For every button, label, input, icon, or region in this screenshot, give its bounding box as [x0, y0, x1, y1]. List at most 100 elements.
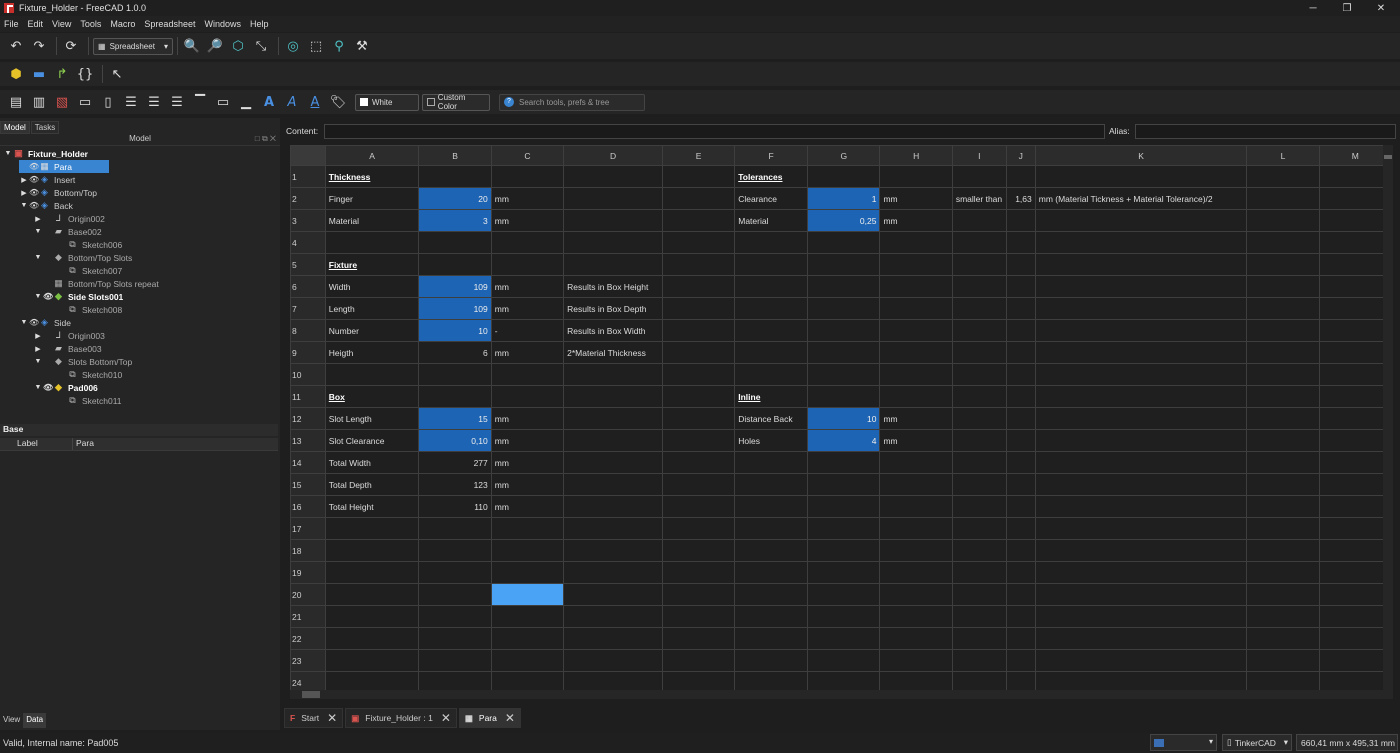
cell-m12[interactable] — [1318, 407, 1392, 430]
cell-b2[interactable]: 20 — [418, 187, 492, 210]
menu-file[interactable]: File — [4, 19, 19, 29]
cell-h20[interactable] — [879, 583, 953, 606]
close-icon[interactable]: ✕ — [441, 711, 451, 725]
cell-d11[interactable] — [563, 385, 663, 408]
view-color-selector[interactable]: ▾ — [1150, 734, 1217, 751]
cell-i12[interactable] — [951, 407, 1007, 430]
cell-d6[interactable]: Results in Box Height — [563, 275, 663, 298]
row-header[interactable]: 14 — [290, 451, 326, 474]
cell-d22[interactable] — [563, 627, 663, 650]
tree-item[interactable]: ▼ ▰ Base002 — [33, 225, 102, 238]
cell-b17[interactable] — [418, 517, 492, 540]
cell-f17[interactable] — [734, 517, 809, 540]
cell-i5[interactable] — [951, 253, 1007, 276]
draw-style-icon[interactable]: ◎ — [283, 36, 303, 56]
cell-g14[interactable] — [807, 451, 881, 474]
cell-d12[interactable] — [563, 407, 663, 430]
create-spreadsheet-icon[interactable]: ▤ — [6, 92, 26, 112]
cell-j19[interactable] — [1005, 561, 1036, 584]
cell-c20[interactable] — [490, 583, 565, 606]
cell-c7[interactable]: mm — [490, 297, 565, 320]
cell-j9[interactable] — [1005, 341, 1036, 364]
cell-a11[interactable]: Box — [324, 385, 420, 408]
cell-h3[interactable]: mm — [879, 209, 953, 232]
cell-h13[interactable]: mm — [879, 429, 953, 452]
tree-item[interactable]: ⧉ Sketch008 — [47, 303, 122, 316]
cell-f19[interactable] — [734, 561, 809, 584]
panel-controls-icon[interactable]: □ ⧉ ✕ — [255, 134, 276, 144]
cell-m21[interactable] — [1318, 605, 1392, 628]
cell-a23[interactable] — [324, 649, 420, 672]
spreadsheet-grid[interactable]: A B C D E F G H I J K L M 1 Thickness Tolerances 2 Finger… — [290, 145, 1392, 690]
cell-k19[interactable] — [1034, 561, 1248, 584]
cell-j16[interactable] — [1005, 495, 1036, 518]
cell-e22[interactable] — [661, 627, 736, 650]
cell-b14[interactable]: 277 — [418, 451, 492, 474]
cell-f10[interactable] — [734, 363, 809, 386]
menu-macro[interactable]: Macro — [110, 19, 135, 29]
close-icon[interactable]: ✕ — [505, 711, 515, 725]
expand-right-icon[interactable]: ▶ — [33, 215, 43, 223]
align-center-icon[interactable]: ☰ — [144, 92, 164, 112]
cell-i4[interactable] — [951, 231, 1007, 254]
cell-l17[interactable] — [1246, 517, 1320, 540]
cell-b13[interactable]: 0,10 — [418, 429, 492, 452]
visibility-icon[interactable]: 👁 — [29, 188, 39, 197]
cell-d14[interactable] — [563, 451, 663, 474]
row-header[interactable]: 23 — [290, 649, 326, 672]
row-header[interactable]: 19 — [290, 561, 326, 584]
cell-a15[interactable]: Total Depth — [324, 473, 420, 496]
column-header[interactable]: C — [490, 145, 565, 166]
cell-m19[interactable] — [1318, 561, 1392, 584]
cell-a14[interactable]: Total Width — [324, 451, 420, 474]
cell-m3[interactable] — [1318, 209, 1392, 232]
cell-j8[interactable] — [1005, 319, 1036, 342]
cell-b22[interactable] — [418, 627, 492, 650]
visibility-icon[interactable]: 👁 — [29, 162, 39, 171]
cell-j23[interactable] — [1005, 649, 1036, 672]
cell-k15[interactable] — [1034, 473, 1248, 496]
cell-m2[interactable] — [1318, 187, 1392, 210]
bounding-box-icon[interactable]: ⬚ — [306, 36, 326, 56]
tree-item[interactable]: ▶ ⅃ Origin003 — [33, 329, 105, 342]
cell-f24[interactable] — [734, 671, 809, 690]
column-header[interactable]: H — [879, 145, 953, 166]
cell-b3[interactable]: 3 — [418, 209, 492, 232]
close-icon[interactable]: ✕ — [327, 711, 337, 725]
cell-h7[interactable] — [879, 297, 953, 320]
cell-e5[interactable] — [661, 253, 736, 276]
cell-h4[interactable] — [879, 231, 953, 254]
split-cells-icon[interactable]: ▯ — [98, 92, 118, 112]
cell-g10[interactable] — [807, 363, 881, 386]
cell-k11[interactable] — [1034, 385, 1248, 408]
menu-help[interactable]: Help — [250, 19, 269, 29]
cell-l22[interactable] — [1246, 627, 1320, 650]
cell-j14[interactable] — [1005, 451, 1036, 474]
cell-h10[interactable] — [879, 363, 953, 386]
tree-item[interactable]: ▼ 👁 ◈ Back — [19, 199, 73, 212]
cell-m15[interactable] — [1318, 473, 1392, 496]
column-header[interactable]: I — [951, 145, 1007, 166]
cell-m23[interactable] — [1318, 649, 1392, 672]
tab-data[interactable]: Data — [23, 713, 47, 728]
expand-down-icon[interactable]: ▼ — [33, 228, 43, 235]
alias-field[interactable] — [1135, 123, 1396, 139]
cell-a7[interactable]: Length — [324, 297, 420, 320]
set-alias-icon[interactable]: 🏷 — [328, 92, 348, 112]
minimize-button[interactable]: ─ — [1296, 0, 1330, 16]
cell-d5[interactable] — [563, 253, 663, 276]
cell-h22[interactable] — [879, 627, 953, 650]
cell-k23[interactable] — [1034, 649, 1248, 672]
cell-a24[interactable] — [324, 671, 420, 690]
cell-b9[interactable]: 6 — [418, 341, 492, 364]
cell-c24[interactable] — [490, 671, 565, 690]
export-icon[interactable]: ↱ — [52, 64, 72, 84]
cell-m9[interactable] — [1318, 341, 1392, 364]
cell-e7[interactable] — [661, 297, 736, 320]
expand-down-icon[interactable]: ▼ — [33, 293, 43, 300]
visibility-icon[interactable]: 👁 — [29, 318, 39, 327]
row-header[interactable]: 22 — [290, 627, 326, 650]
row-header[interactable]: 10 — [290, 363, 326, 386]
cell-k20[interactable] — [1034, 583, 1248, 606]
cell-g2[interactable]: 1 — [807, 187, 881, 210]
